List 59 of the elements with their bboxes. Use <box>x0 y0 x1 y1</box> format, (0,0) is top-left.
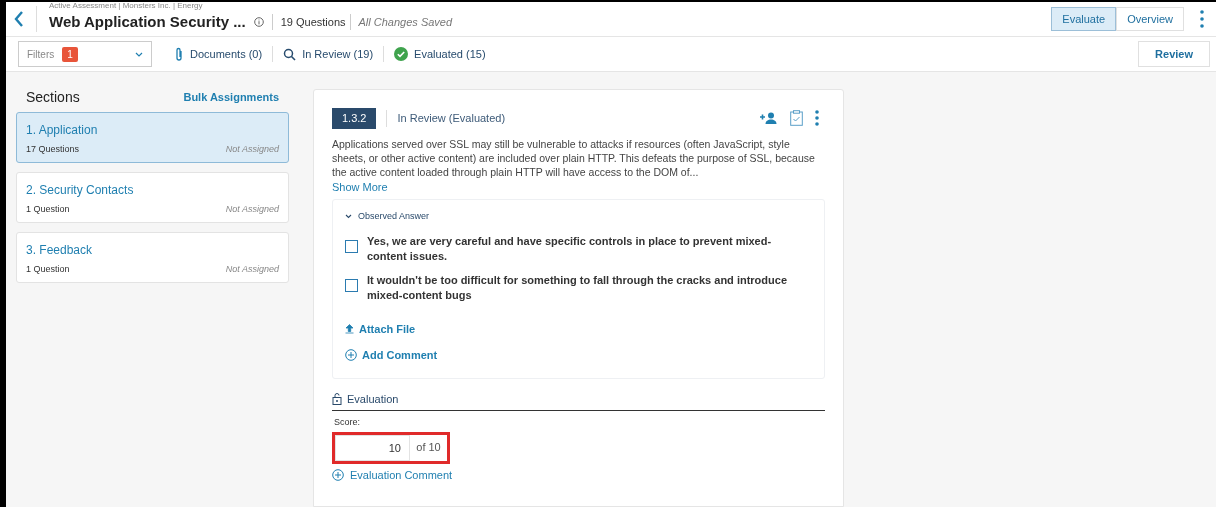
filter-link[interactable]: In Review (19) <box>302 45 374 63</box>
question-status: In Review (Evaluated) <box>386 110 506 127</box>
breadcrumb: Active Assessment | Monsters Inc. | Energy <box>49 2 204 11</box>
section-card[interactable]: 3. Feedback 1 Question Not Assigned <box>16 232 289 283</box>
question-number-badge: 1.3.2 <box>332 108 377 129</box>
evaluation-comment-link[interactable]: Evaluation Comment <box>332 466 825 483</box>
answer-option: Yes, we are very careful and have specific controls in place to prevent mixed-content issues. <box>367 233 807 264</box>
answer-checkbox[interactable] <box>345 239 358 253</box>
assignee-status: Not Assigned <box>225 203 279 216</box>
evaluation-heading: Evaluation <box>347 391 399 407</box>
more-menu-icon[interactable] <box>1200 10 1204 28</box>
save-status: All Changes Saved <box>358 14 453 30</box>
question-count: 19 Questions <box>271 13 351 31</box>
section-title: 3. Feedback <box>26 242 94 259</box>
filters-label: Filters <box>27 47 55 62</box>
score-max: of 10 <box>415 440 442 456</box>
plus-circle-icon <box>345 349 357 362</box>
question-count: 17 Questions <box>26 143 80 156</box>
observed-answer-toggle[interactable]: Observed Answer <box>345 210 430 224</box>
section-title: 1. Application <box>26 122 99 139</box>
chevron-down-icon <box>135 51 143 57</box>
unlock-icon <box>332 392 342 405</box>
assignee-status: Not Assigned <box>225 263 279 276</box>
question-count: 1 Question <box>26 263 70 276</box>
section-card[interactable]: 1. Application 17 Questions Not Assigned <box>16 112 289 163</box>
filter-link[interactable]: Documents (0) <box>190 45 263 63</box>
section-title: 2. Security Contacts <box>26 182 135 199</box>
assignee-status: Not Assigned <box>225 143 279 156</box>
sections-heading: Sections <box>26 88 80 107</box>
upload-icon <box>345 323 354 334</box>
view-tab[interactable]: Overview <box>1116 7 1184 31</box>
bulk-assignments-link[interactable]: Bulk Assignments <box>183 89 279 106</box>
section-card[interactable]: 2. Security Contacts 1 Question Not Assigned <box>16 172 289 223</box>
assessment-title: Web Application Security ... <box>49 11 246 32</box>
answer-checkbox[interactable] <box>345 278 358 292</box>
filter-count-badge: 1 <box>62 46 78 62</box>
question-text: Applications served over SSL may still be vulnerable to attacks if resources (often JavaScript, style sheets, or other active content) are included over plain HTTP. This defeats the purpose of SSL, because the active content loaded through plain HTTP will have access to the DOM of... <box>332 136 816 179</box>
more-options-icon[interactable] <box>815 110 819 127</box>
plus-circle-icon <box>332 468 344 481</box>
check-circle-icon <box>394 47 409 61</box>
add-comment-link[interactable]: Add Comment <box>345 347 812 364</box>
clipboard-check-icon[interactable] <box>790 110 803 127</box>
info-icon <box>253 17 264 27</box>
question-count: 1 Question <box>26 203 70 216</box>
review-button[interactable]: Review <box>1138 41 1210 67</box>
show-more-link[interactable]: Show More <box>332 178 825 195</box>
attach-file-link[interactable]: Attach File <box>345 320 812 337</box>
filter-link[interactable]: Evaluated (15) <box>414 45 486 63</box>
search-icon <box>283 47 297 61</box>
back-icon <box>14 11 24 27</box>
back-button[interactable] <box>14 6 37 32</box>
view-tab[interactable]: Evaluate <box>1051 7 1117 31</box>
add-person-icon[interactable] <box>760 112 778 125</box>
paperclip-icon <box>174 46 184 62</box>
score-label: Score: <box>334 416 361 429</box>
filters-dropdown[interactable]: Filters 1 <box>18 41 152 67</box>
chevron-icon <box>345 214 352 220</box>
score-field[interactable]: 10 <box>335 434 410 461</box>
answer-option: It wouldn't be too difficult for something to fall through the cracks and introduce mixed-content bugs <box>367 272 807 303</box>
